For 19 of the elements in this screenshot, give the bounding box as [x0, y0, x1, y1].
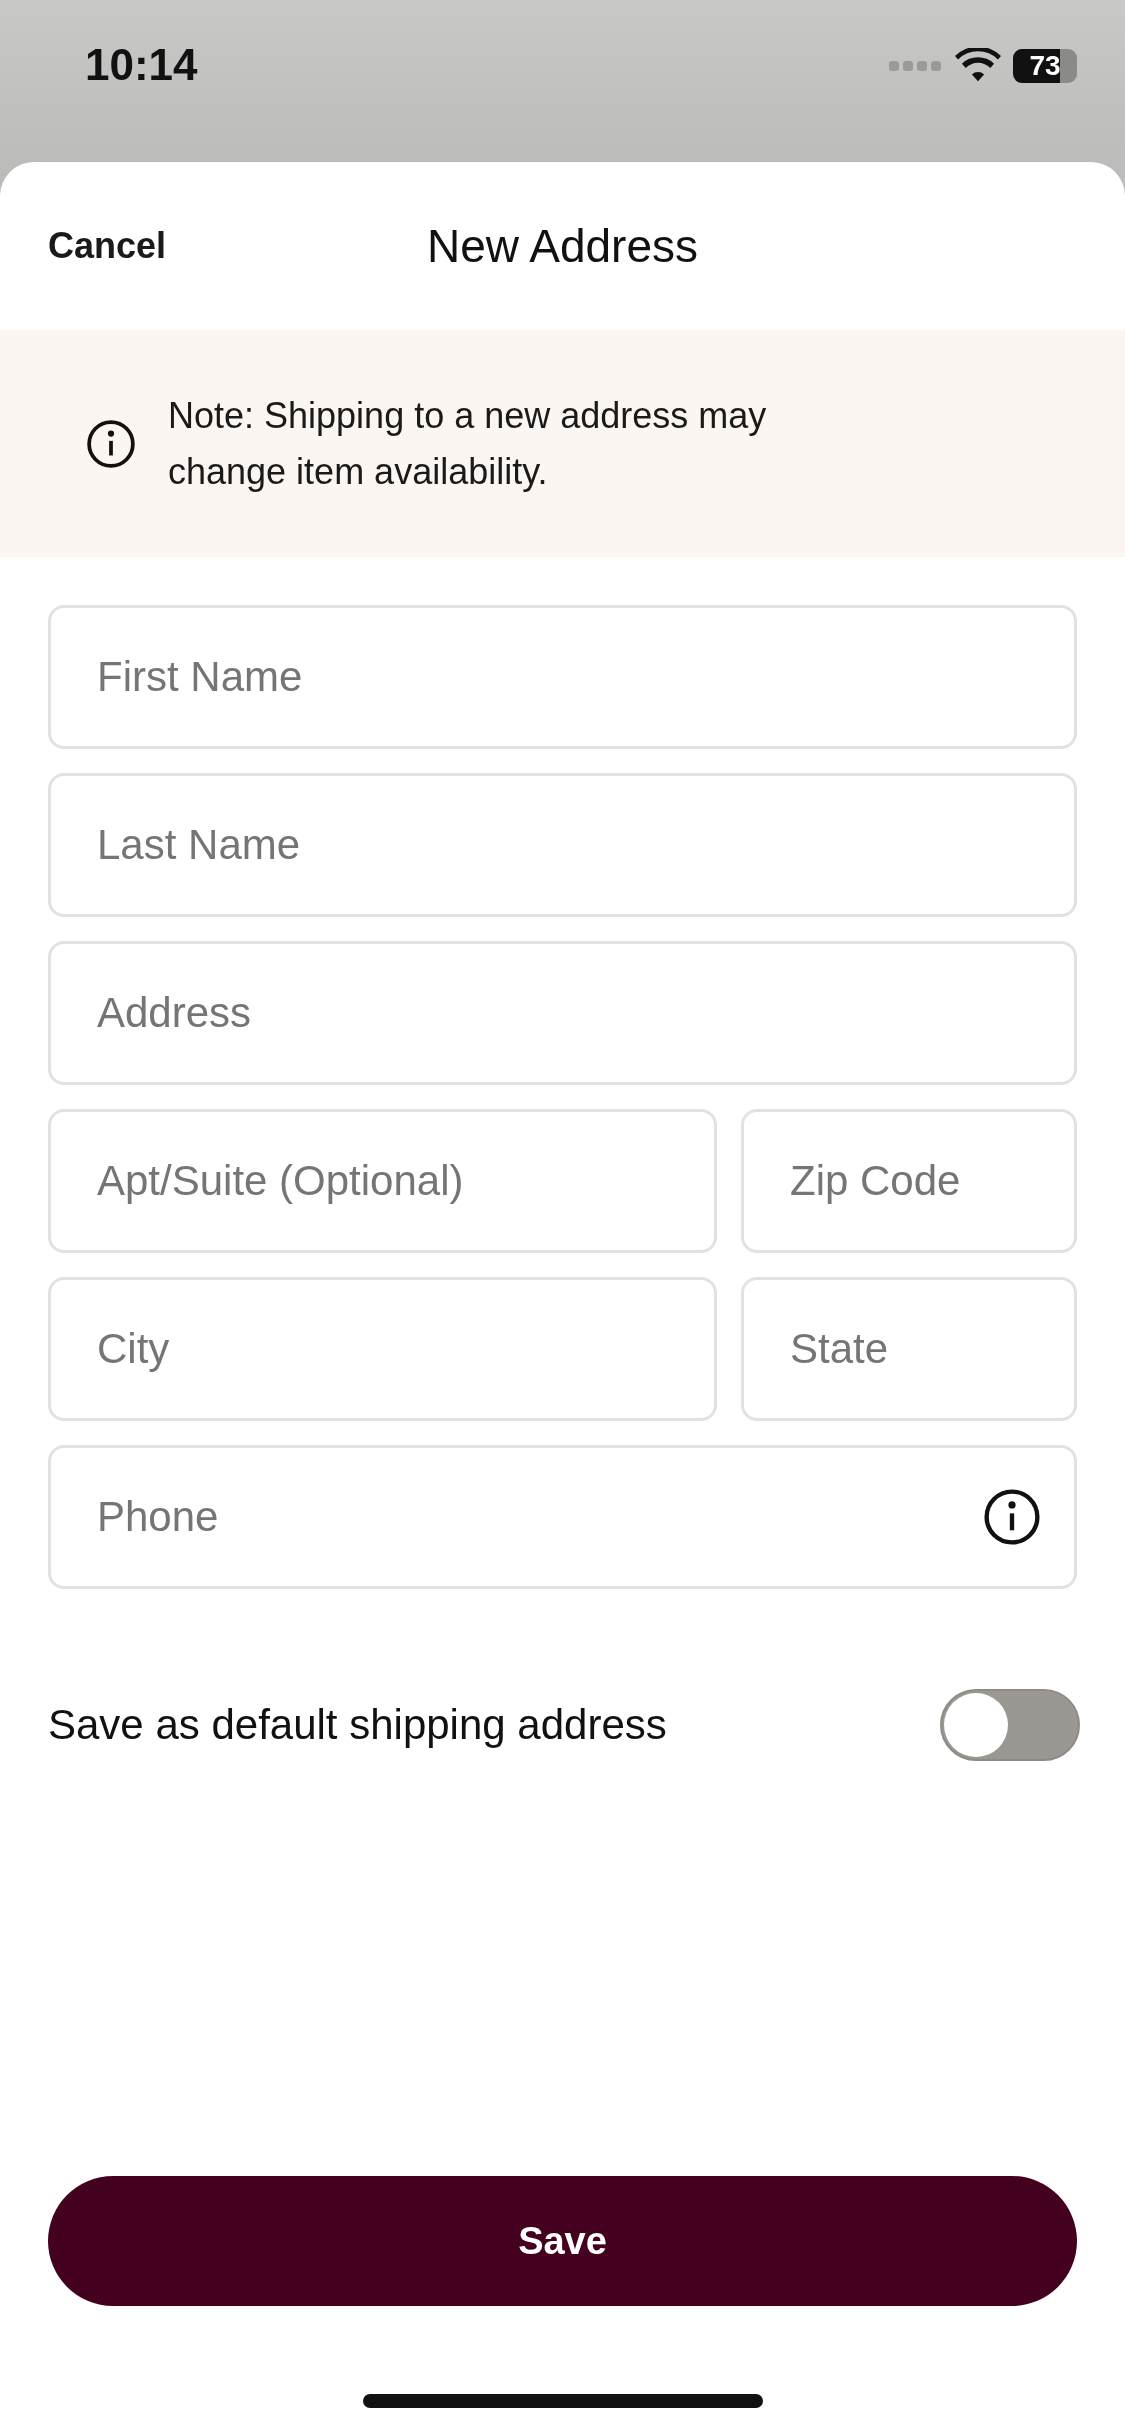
input-field[interactable]: City	[48, 1277, 717, 1421]
input-field[interactable]: Address	[48, 941, 1077, 1085]
input-field[interactable]: Apt/Suite (Optional)	[48, 1109, 717, 1253]
info-icon	[983, 1488, 1041, 1546]
wifi-icon	[955, 48, 1001, 84]
info-icon	[86, 418, 136, 469]
input-field[interactable]: Zip Code	[741, 1109, 1077, 1253]
input-field[interactable]: State	[741, 1277, 1077, 1421]
input-field[interactable]: Last Name	[48, 773, 1077, 917]
sheet-title: New Address	[427, 219, 698, 273]
signal-icon	[889, 59, 943, 73]
notice-text: Note: Shipping to a new address may change item availability.	[168, 393, 768, 494]
battery-icon: 73	[1013, 49, 1077, 83]
save-button[interactable]: Save	[48, 2176, 1077, 2306]
cancel-button[interactable]: Cancel	[48, 225, 167, 267]
status-time: 10:14	[85, 40, 198, 90]
input-field[interactable]: Phone	[48, 1445, 1077, 1589]
toggle-label: Save as default shipping address	[48, 1701, 667, 1749]
input-field[interactable]: First Name	[48, 605, 1077, 749]
